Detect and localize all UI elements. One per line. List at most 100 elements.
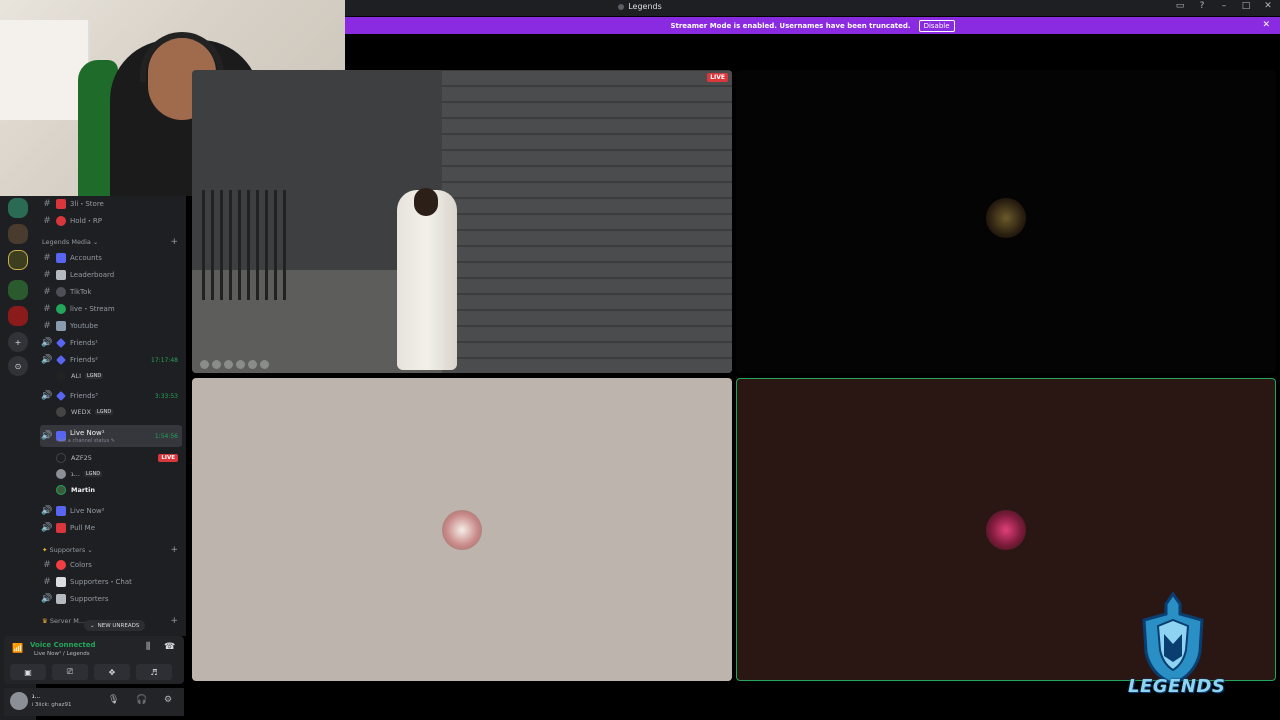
document-icon [56,577,66,587]
server-icon[interactable] [8,198,28,218]
avatar [56,469,66,479]
microphone-icon[interactable]: 🎙 [108,695,119,705]
speaker-icon: 🔊 [41,506,53,516]
maximize-button[interactable]: □ [1240,1,1252,11]
close-window-button[interactable]: ✕ [1262,1,1274,11]
chevron-down-icon: ⌄ [92,238,99,246]
channel-emoji-icon [56,523,66,533]
voice-channel-live-now1[interactable]: 🔊 Live Now¹ Set a channel status ✎ 1:54:56 [40,425,182,447]
server-icon[interactable] [8,224,28,244]
voice-channel-pull-me[interactable]: 🔊 Pull Me [40,520,182,536]
voice-tile[interactable] [736,70,1276,373]
speaker-icon: 🔊 [41,391,53,401]
channel-accounts[interactable]: # Accounts [40,250,182,266]
activities-button[interactable]: ✥ [94,664,130,680]
live-badge: LIVE [707,73,728,82]
add-channel-icon[interactable]: + [170,237,178,247]
hash-icon: # [43,560,51,570]
avatar [442,510,482,550]
avatar [986,510,1026,550]
headphones-icon[interactable]: 🎧 [136,695,147,705]
gear-icon[interactable]: ⚙ [164,695,172,705]
hash-icon: # [43,199,51,209]
signal-icon: 📶 [12,644,24,654]
server-icon[interactable] [8,250,28,270]
add-channel-icon[interactable]: + [170,545,178,555]
tiktok-icon [56,287,66,297]
user-panel: ג... Ꭵ 3iick: ghaz91 🎙 🎧 ⚙ [4,688,184,716]
channel-emoji-icon [56,506,66,516]
palette-icon [56,560,66,570]
sparkle-icon: ✦ [42,546,48,554]
voice-channel-friends3[interactable]: 🔊 Friends³ 3:33:53 [40,388,182,404]
disconnect-icon[interactable]: ☎ [164,642,175,652]
disable-button[interactable]: Disable [918,19,955,32]
channel-emoji-icon [56,199,66,209]
voice-member[interactable]: Martin [56,483,182,497]
voice-channel-live-now2[interactable]: 🔊 Live Now² [40,503,182,519]
help-icon[interactable]: ? [1196,1,1208,11]
hash-icon: # [43,321,51,331]
channel-live-stream[interactable]: # live・Stream [40,301,182,317]
game-character-head [414,188,438,216]
voice-member[interactable]: WEDX LGND [56,405,182,419]
diamond-icon [56,355,66,365]
chevron-down-icon: ⌄ [90,622,95,629]
hash-icon: # [43,287,51,297]
inbox-icon[interactable]: ▭ [1174,1,1186,11]
voice-channel-friends1[interactable]: 🔊 Friends¹ [40,335,182,351]
voice-channel-supporters[interactable]: 🔊 Supporters [40,591,182,607]
live-dot-icon [56,304,66,314]
screen-share-button[interactable]: ⎚ [52,664,88,680]
hud-icon [212,360,221,369]
camera-off-button[interactable]: ▣ [10,664,46,680]
voice-channel-friends2[interactable]: 🔊 Friends² 17:17:48 [40,352,182,368]
speaker-emoji-icon [56,594,66,604]
add-channel-icon[interactable]: + [170,616,178,626]
new-unreads-pill[interactable]: ⌄ NEW UNREADS [84,620,146,631]
noise-suppression-icon[interactable]: ⫼ [146,642,150,652]
channel-youtube[interactable]: # Youtube [40,318,182,334]
banner-text: Streamer Mode is enabled. Usernames have… [670,21,911,30]
diamond-icon [56,391,66,401]
voice-tile[interactable] [192,378,732,681]
legends-logo-text: LEGENDS [1128,676,1226,697]
speaker-icon: 🔊 [41,355,53,365]
minimize-button[interactable]: – [1218,1,1230,11]
voice-member[interactable]: AZF25 LIVE [56,451,182,465]
avatar[interactable] [10,692,28,710]
channel-store[interactable]: #3li・Store [40,196,182,212]
soundboard-button[interactable]: ♬ [136,664,172,680]
channel-emoji-icon [56,216,66,226]
crown-icon: ♛ [42,617,48,625]
server-icon[interactable] [8,306,28,326]
background-shelf [0,20,90,120]
streamer-mode-banner: Streamer Mode is enabled. Usernames have… [345,17,1280,34]
metal-gate [202,190,292,300]
close-banner-icon[interactable]: ✕ [1262,20,1270,30]
discover-icon[interactable]: ⊙ [8,356,28,376]
avatar [56,485,66,495]
hud-icon [248,360,257,369]
channel-supporters-chat[interactable]: # Supporters・Chat [40,574,182,590]
channel-list: #3li・Store # Hold・RP Legends Media ⌄ + # Acc… [36,196,186,636]
diamond-icon [56,338,66,348]
hud-icon [236,360,245,369]
add-server-icon[interactable]: + [8,332,28,352]
channel-tiktok[interactable]: # TikTok [40,284,182,300]
swords-icon [56,270,66,280]
stream-tile-game[interactable]: LIVE [192,70,732,373]
youtube-icon [56,321,66,331]
category-supporters[interactable]: ✦ Supporters ⌄ + [42,545,182,555]
channel-leaderboard[interactable]: # Leaderboard [40,267,182,283]
window-controls: ▭ ? – □ ✕ [1174,1,1274,11]
live-badge: LIVE [158,454,178,462]
channel-hold-rp[interactable]: # Hold・RP [40,213,182,229]
category-legends-media[interactable]: Legends Media ⌄ + [42,237,182,247]
server-icon[interactable] [8,280,28,300]
channel-colors[interactable]: # Colors [40,557,182,573]
voice-member[interactable]: ג... LGND [56,467,182,481]
voice-member[interactable]: ALI LGND [56,369,182,383]
avatar [56,407,66,417]
brick-wall [442,70,732,373]
